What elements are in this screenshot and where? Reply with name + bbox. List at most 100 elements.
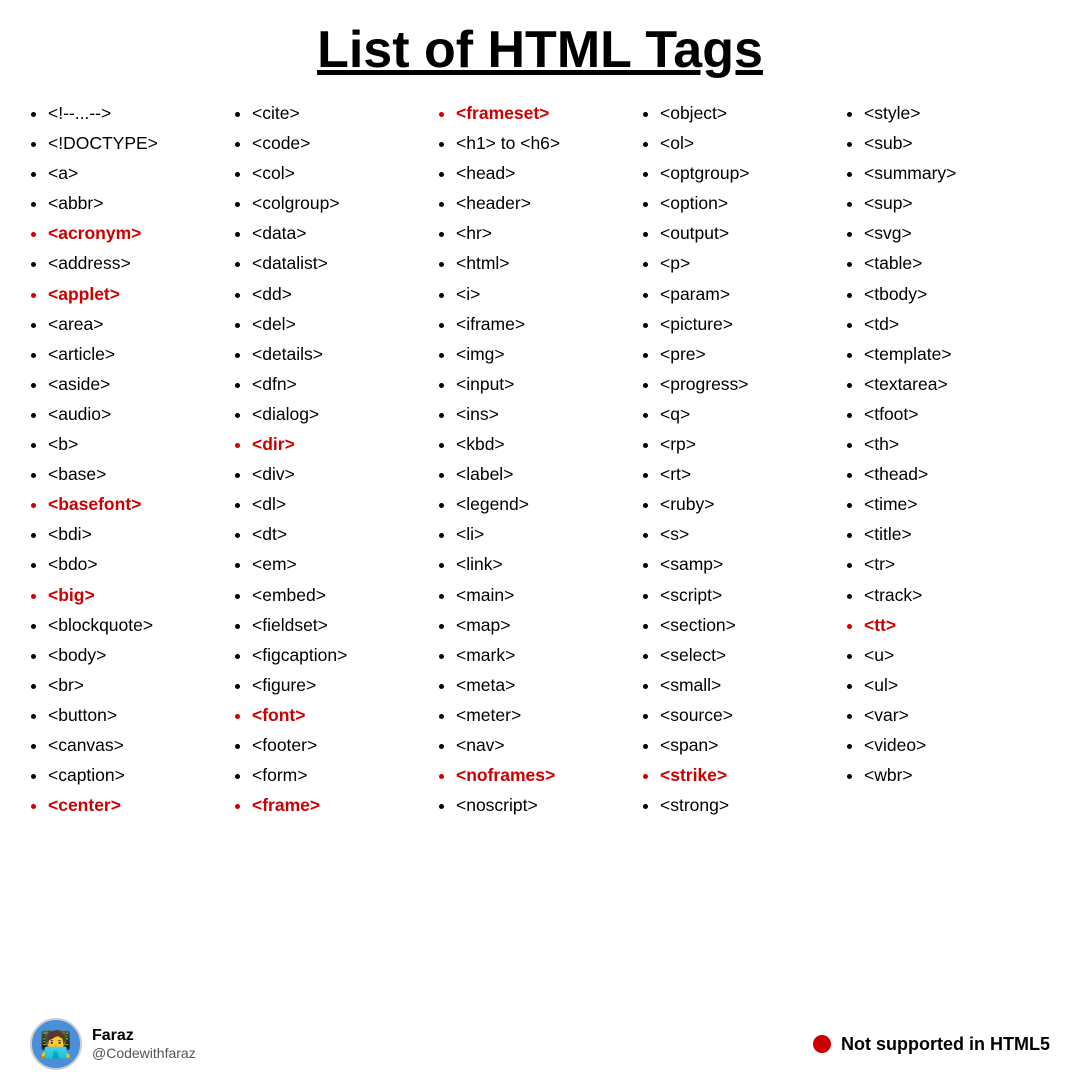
list-item: <picture> bbox=[660, 309, 846, 339]
list-item: <q> bbox=[660, 399, 846, 429]
list-item: <i> bbox=[456, 279, 642, 309]
list-item: <blockquote> bbox=[48, 610, 234, 640]
list-item: <table> bbox=[864, 248, 1050, 278]
list-item: <form> bbox=[252, 760, 438, 790]
list-item: <audio> bbox=[48, 399, 234, 429]
list-item: <hr> bbox=[456, 218, 642, 248]
list-item: <sup> bbox=[864, 188, 1050, 218]
list-item: <em> bbox=[252, 549, 438, 579]
list-item: <frame> bbox=[252, 790, 438, 820]
list-item: <aside> bbox=[48, 369, 234, 399]
list-item: <script> bbox=[660, 580, 846, 610]
list-item: <del> bbox=[252, 309, 438, 339]
list-item: <fieldset> bbox=[252, 610, 438, 640]
list-item: <u> bbox=[864, 640, 1050, 670]
list-item: <tbody> bbox=[864, 279, 1050, 309]
list-item: <li> bbox=[456, 519, 642, 549]
list-item: <ruby> bbox=[660, 489, 846, 519]
list-item: <abbr> bbox=[48, 188, 234, 218]
list-item: <frameset> bbox=[456, 98, 642, 128]
author-handle: @Codewithfaraz bbox=[92, 1045, 196, 1061]
column-4: <object><ol><optgroup><option><output><p… bbox=[642, 98, 846, 1006]
list-item: <sub> bbox=[864, 128, 1050, 158]
list-item: <br> bbox=[48, 670, 234, 700]
page-title: List of HTML Tags bbox=[30, 20, 1050, 80]
list-item: <code> bbox=[252, 128, 438, 158]
list-item: <font> bbox=[252, 700, 438, 730]
column-5: <style><sub><summary><sup><svg><table><t… bbox=[846, 98, 1050, 1006]
list-item: <td> bbox=[864, 309, 1050, 339]
list-item: <article> bbox=[48, 339, 234, 369]
list-item: <map> bbox=[456, 610, 642, 640]
list-item: <section> bbox=[660, 610, 846, 640]
list-item: <ins> bbox=[456, 399, 642, 429]
list-item: <mark> bbox=[456, 640, 642, 670]
list-item: <time> bbox=[864, 489, 1050, 519]
list-item: <noframes> bbox=[456, 760, 642, 790]
list-item: <nav> bbox=[456, 730, 642, 760]
list-item: <center> bbox=[48, 790, 234, 820]
list-item: <select> bbox=[660, 640, 846, 670]
tag-columns: <!--...--><!DOCTYPE><a><abbr><acronym><a… bbox=[30, 98, 1050, 1006]
list-item: <a> bbox=[48, 158, 234, 188]
author-name: Faraz bbox=[92, 1027, 196, 1045]
avatar: 🧑‍💻 bbox=[30, 1018, 82, 1070]
footer-bar: 🧑‍💻 Faraz @Codewithfaraz Not supported i… bbox=[30, 1010, 1050, 1070]
author-section: 🧑‍💻 Faraz @Codewithfaraz bbox=[30, 1018, 196, 1070]
list-item: <html> bbox=[456, 248, 642, 278]
list-item: <address> bbox=[48, 248, 234, 278]
list-item: <textarea> bbox=[864, 369, 1050, 399]
list-item: <dl> bbox=[252, 489, 438, 519]
list-item: <kbd> bbox=[456, 429, 642, 459]
column-3: <frameset><h1> to <h6><head><header><hr>… bbox=[438, 98, 642, 1006]
list-item: <embed> bbox=[252, 580, 438, 610]
page: List of HTML Tags <!--...--><!DOCTYPE><a… bbox=[0, 0, 1080, 1080]
list-item: <bdo> bbox=[48, 549, 234, 579]
list-item: <applet> bbox=[48, 279, 234, 309]
list-item: <basefont> bbox=[48, 489, 234, 519]
list-item: <strike> bbox=[660, 760, 846, 790]
list-item: <body> bbox=[48, 640, 234, 670]
list-item: <option> bbox=[660, 188, 846, 218]
list-item: <footer> bbox=[252, 730, 438, 760]
red-dot-icon bbox=[813, 1035, 831, 1053]
list-item: <video> bbox=[864, 730, 1050, 760]
list-item: <summary> bbox=[864, 158, 1050, 188]
legend-text: Not supported in HTML5 bbox=[841, 1034, 1050, 1055]
column-1: <!--...--><!DOCTYPE><a><abbr><acronym><a… bbox=[30, 98, 234, 1006]
list-item: <dt> bbox=[252, 519, 438, 549]
legend: Not supported in HTML5 bbox=[813, 1034, 1050, 1055]
list-item: <datalist> bbox=[252, 248, 438, 278]
list-item: <progress> bbox=[660, 369, 846, 399]
list-item: <base> bbox=[48, 459, 234, 489]
list-item: <dialog> bbox=[252, 399, 438, 429]
list-item: <link> bbox=[456, 549, 642, 579]
list-item: <svg> bbox=[864, 218, 1050, 248]
list-item: <big> bbox=[48, 580, 234, 610]
list-item: <figure> bbox=[252, 670, 438, 700]
list-item: <p> bbox=[660, 248, 846, 278]
list-item: <head> bbox=[456, 158, 642, 188]
list-item: <source> bbox=[660, 700, 846, 730]
list-item: <span> bbox=[660, 730, 846, 760]
list-item: <rt> bbox=[660, 459, 846, 489]
list-item: <cite> bbox=[252, 98, 438, 128]
list-item: <template> bbox=[864, 339, 1050, 369]
list-item: <small> bbox=[660, 670, 846, 700]
list-item: <output> bbox=[660, 218, 846, 248]
list-item: <th> bbox=[864, 429, 1050, 459]
list-item: <strong> bbox=[660, 790, 846, 820]
list-item: <colgroup> bbox=[252, 188, 438, 218]
list-item: <!DOCTYPE> bbox=[48, 128, 234, 158]
author-text: Faraz @Codewithfaraz bbox=[92, 1027, 196, 1061]
list-item: <acronym> bbox=[48, 218, 234, 248]
list-item: <pre> bbox=[660, 339, 846, 369]
list-item: <label> bbox=[456, 459, 642, 489]
list-item: <figcaption> bbox=[252, 640, 438, 670]
list-item: <ul> bbox=[864, 670, 1050, 700]
list-item: <h1> to <h6> bbox=[456, 128, 642, 158]
list-item: <dfn> bbox=[252, 369, 438, 399]
list-item: <!--...--> bbox=[48, 98, 234, 128]
list-item: <iframe> bbox=[456, 309, 642, 339]
list-item: <input> bbox=[456, 369, 642, 399]
